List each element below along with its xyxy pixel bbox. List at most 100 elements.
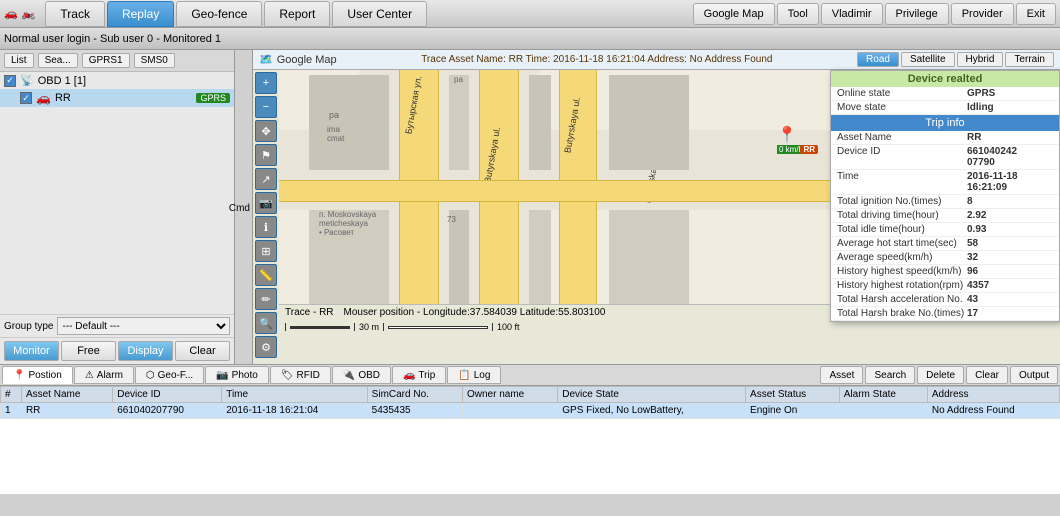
popup-asset-name: Asset Name RR: [831, 131, 1059, 145]
bottom-table-area: #Asset NameDevice IDTimeSimCard No.Owner…: [0, 386, 1060, 494]
popup-avg-speed: Average speed(km/h) 32: [831, 251, 1059, 265]
hybrid-button[interactable]: Hybrid: [957, 52, 1004, 67]
gprs1-btn[interactable]: GPRS1: [82, 53, 130, 68]
bottom-tabs: 📍 Postion⚠ Alarm⬡ Geo-F...📷 Photo🏷 RFID🔌…: [0, 364, 1060, 386]
nav-btn-privilege[interactable]: Privilege: [885, 3, 949, 25]
bottom-tab-log[interactable]: 📋 Log: [447, 366, 501, 384]
flag-icon[interactable]: ⚑: [255, 144, 277, 166]
top-nav: 🚗 🏍️ TrackReplayGeo-fenceReportUser Cent…: [0, 0, 1060, 28]
draw-icon[interactable]: ✏: [255, 288, 277, 310]
asset-button[interactable]: Asset: [820, 366, 863, 384]
bottom-tab-geo-f---[interactable]: ⬡ Geo-F...: [135, 366, 204, 384]
group-type-select[interactable]: --- Default ---: [57, 317, 230, 335]
nav-btn-vladimir[interactable]: Vladimir: [821, 3, 883, 25]
group-type-row: Group type --- Default ---: [0, 314, 234, 337]
checkbox-root[interactable]: ✓: [4, 75, 16, 87]
scale-30m: 30 m: [359, 322, 379, 332]
pan-icon[interactable]: ✥: [255, 120, 277, 142]
measure-icon[interactable]: 📏: [255, 264, 277, 286]
track-icon[interactable]: 🔍: [255, 312, 277, 334]
popup-move-state: Move state Idling: [831, 101, 1059, 115]
mouse-pos: Mouser position - Longitude:37.584039 La…: [344, 307, 606, 318]
popup-driving-value: 2.92: [967, 210, 1053, 221]
popup-asset-label: Asset Name: [837, 132, 967, 143]
terrain-button[interactable]: Terrain: [1005, 52, 1054, 67]
tree-root[interactable]: ✓ 📡 OBD 1 [1]: [0, 72, 234, 89]
layers-icon[interactable]: ⊞: [255, 240, 277, 262]
monitor-button[interactable]: Monitor: [4, 341, 59, 361]
nav-tab-track[interactable]: Track: [45, 1, 105, 27]
clear-bottom-button[interactable]: Clear: [966, 366, 1008, 384]
road-button[interactable]: Road: [857, 52, 899, 67]
table-body: 1RR6610402077902016-11-18 16:21:04543543…: [1, 403, 1060, 419]
popup-driving-time: Total driving time(hour) 2.92: [831, 209, 1059, 223]
table-row[interactable]: 1RR6610402077902016-11-18 16:21:04543543…: [1, 403, 1060, 419]
nav-tab-geo-fence[interactable]: Geo-fence: [176, 1, 262, 27]
popup-harshbrake-label: Total Harsh brake No.(times): [837, 308, 967, 319]
nav-tab-report[interactable]: Report: [264, 1, 330, 27]
list-btn[interactable]: List: [4, 53, 34, 68]
nav-tab-user-center[interactable]: User Center: [332, 1, 427, 27]
table-cell: Engine On: [746, 403, 840, 419]
map-side-icons: + − ✥ ⚑ ↗ 📷 ℹ ⊞ 📏 ✏ 🔍 ⚙: [253, 70, 279, 360]
popup-time-label: Time: [837, 171, 967, 193]
info-icon[interactable]: ℹ: [255, 216, 277, 238]
display-button[interactable]: Display: [118, 341, 173, 361]
popup-hashacc-label: Total Harsh acceleration No.: [837, 294, 967, 305]
bottom-tab-alarm[interactable]: ⚠ Alarm: [74, 366, 134, 384]
nav-btn-provider[interactable]: Provider: [951, 3, 1014, 25]
bottom-tab-rfid[interactable]: 🏷 RFID: [270, 366, 331, 384]
nav-btn-google-map[interactable]: Google Map: [693, 3, 775, 25]
trace-info: Trace Asset Name: RR Time: 2016-11-18 16…: [421, 54, 772, 65]
route-icon[interactable]: ↗: [255, 168, 277, 190]
checkbox-rr[interactable]: ✓: [20, 92, 32, 104]
block-pa: pa: [454, 75, 463, 84]
popup-online-state: Online state GPRS: [831, 87, 1059, 101]
nav-buttons: Google MapToolVladimirPrivilegeProviderE…: [693, 3, 1056, 25]
map-area: 🗺️ Google Map Trace Asset Name: RR Time:…: [253, 50, 1060, 364]
table-cell: GPS Fixed, No LowBattery,: [558, 403, 746, 419]
search-btn[interactable]: Sea...: [38, 53, 78, 68]
camera-icon[interactable]: 📷: [255, 192, 277, 214]
bottom-tab-trip[interactable]: 🚗 Trip: [392, 366, 446, 384]
col-address: Address: [927, 387, 1059, 403]
popup-hot-start: Average hot start time(sec) 58: [831, 237, 1059, 251]
popup-high-speed: History highest speed(km/h) 96: [831, 265, 1059, 279]
scale-100ft: 100 ft: [497, 322, 520, 332]
nav-tab-replay[interactable]: Replay: [107, 1, 174, 27]
bottom-tab-photo[interactable]: 📷 Photo: [205, 366, 269, 384]
map-header: 🗺️ Google Map Trace Asset Name: RR Time:…: [253, 50, 1060, 70]
nav-btn-tool[interactable]: Tool: [777, 3, 819, 25]
zoom-out-icon[interactable]: −: [255, 96, 277, 118]
gprs-badge: GPRS: [196, 93, 230, 103]
map-title: Google Map: [277, 54, 337, 66]
popup-move-value: Idling: [967, 102, 1053, 113]
delete-button[interactable]: Delete: [917, 366, 964, 384]
cmd-panel: Cmd: [235, 50, 253, 364]
zoom-in-icon[interactable]: +: [255, 72, 277, 94]
popup-avgspeed-value: 32: [967, 252, 1053, 263]
search-bottom-button[interactable]: Search: [865, 366, 915, 384]
second-bar: Normal user login - Sub user 0 - Monitor…: [0, 28, 1060, 50]
table-header: #Asset NameDevice IDTimeSimCard No.Owner…: [1, 387, 1060, 403]
popup-highspeed-value: 96: [967, 266, 1053, 277]
app-logo: 🚗 🏍️: [4, 7, 35, 20]
bottom-tab-postion[interactable]: 📍 Postion: [2, 366, 73, 384]
settings-icon[interactable]: ⚙: [255, 336, 277, 358]
popup-rotation-label: History highest rotation(rpm): [837, 280, 967, 291]
bottom-tab-obd[interactable]: 🔌 OBD: [332, 366, 391, 384]
scale-bar: 30 m 100 ft: [285, 322, 1054, 332]
output-button[interactable]: Output: [1010, 366, 1058, 384]
sms0-btn[interactable]: SMS0: [134, 53, 175, 68]
popup-trip-title: Trip info: [831, 115, 1059, 131]
car-icon: 🚗: [4, 7, 18, 20]
nav-btn-exit[interactable]: Exit: [1016, 3, 1056, 25]
block-text-2: п. Moskovskayameticheskaya• Расовет: [319, 210, 376, 237]
free-button[interactable]: Free: [61, 341, 116, 361]
satellite-button[interactable]: Satellite: [901, 52, 955, 67]
geo-f...-tab-icon: ⬡: [146, 370, 155, 381]
clear-button[interactable]: Clear: [175, 341, 230, 361]
col-simcard-no-: SimCard No.: [367, 387, 462, 403]
tree-child-rr[interactable]: ✓ 🚗 RR GPRS: [0, 89, 234, 107]
popup-hotstart-label: Average hot start time(sec): [837, 238, 967, 249]
